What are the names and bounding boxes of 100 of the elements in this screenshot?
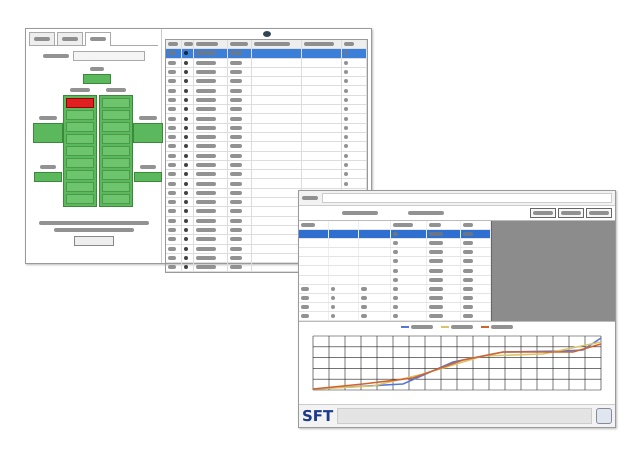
- column-header[interactable]: [302, 40, 342, 48]
- table-row[interactable]: [166, 170, 367, 180]
- column-header[interactable]: [427, 221, 461, 230]
- table-row[interactable]: [166, 152, 367, 161]
- tab[interactable]: [57, 32, 83, 45]
- toolbar-button[interactable]: [530, 208, 556, 218]
- seat-cell[interactable]: [66, 110, 94, 120]
- table-row[interactable]: [299, 312, 491, 322]
- blurred-label: [196, 246, 216, 251]
- table-row[interactable]: [299, 302, 491, 312]
- seat-cell[interactable]: [102, 170, 130, 180]
- column-header[interactable]: [228, 40, 252, 48]
- seat-cell[interactable]: [102, 134, 130, 144]
- table-row[interactable]: [299, 266, 491, 276]
- blurred-label: [39, 116, 57, 120]
- seat-cell[interactable]: [66, 122, 94, 132]
- seat-cell[interactable]: [66, 98, 94, 108]
- table-row[interactable]: [299, 294, 491, 303]
- table-row[interactable]: [299, 257, 491, 266]
- blurred-label: [184, 218, 188, 223]
- blurred-label: [230, 51, 242, 56]
- table-row[interactable]: [166, 179, 367, 189]
- blurred-label: [344, 163, 348, 167]
- table-row[interactable]: [166, 142, 367, 152]
- blurred-label: [230, 190, 242, 195]
- seat-button[interactable]: [133, 123, 163, 143]
- tab[interactable]: [85, 32, 111, 46]
- column-header[interactable]: [391, 221, 427, 230]
- blurred-label: [196, 42, 218, 46]
- blurred-label: [196, 107, 216, 112]
- seat-button[interactable]: [33, 123, 63, 143]
- seat-cell[interactable]: [102, 146, 130, 156]
- home-button[interactable]: [596, 408, 612, 424]
- table-row[interactable]: [166, 124, 367, 133]
- blurred-label: [230, 265, 242, 270]
- blurred-label: [184, 163, 188, 167]
- table-row[interactable]: [299, 276, 491, 285]
- blurred-label: [344, 107, 348, 112]
- blurred-label: [42, 54, 68, 58]
- seat-cell[interactable]: [66, 194, 94, 204]
- column-header[interactable]: [299, 221, 329, 230]
- blurred-label: [429, 304, 443, 309]
- column-header[interactable]: [182, 40, 194, 48]
- blurred-label: [196, 135, 216, 140]
- blurred-label: [230, 79, 242, 84]
- seat-cell[interactable]: [66, 134, 94, 144]
- seat-cell[interactable]: [66, 146, 94, 156]
- seat-button[interactable]: [82, 74, 110, 84]
- blurred-label: [184, 154, 188, 158]
- table-row[interactable]: [166, 49, 367, 59]
- blurred-label: [196, 218, 216, 223]
- column-header[interactable]: [194, 40, 228, 48]
- column-header[interactable]: [342, 40, 367, 48]
- logo-text: SFT: [302, 407, 334, 425]
- table-row[interactable]: [166, 68, 367, 78]
- seat-cell[interactable]: [66, 158, 94, 168]
- seat-cell[interactable]: [102, 194, 130, 204]
- seat-cell[interactable]: [102, 182, 130, 192]
- blurred-label: [230, 200, 242, 204]
- seat-cell[interactable]: [102, 110, 130, 120]
- blurred-label: [533, 211, 553, 215]
- table-row[interactable]: [299, 239, 491, 248]
- table-row[interactable]: [166, 86, 367, 96]
- blurred-label: [429, 259, 443, 264]
- seat-cell[interactable]: [102, 122, 130, 132]
- table-row[interactable]: [166, 96, 367, 106]
- table-row[interactable]: [299, 230, 491, 240]
- blurred-label: [429, 268, 443, 273]
- dropdown-field[interactable]: [72, 51, 144, 61]
- blurred-label: [90, 67, 104, 71]
- table-row[interactable]: [299, 284, 491, 294]
- blurred-label: [106, 88, 126, 92]
- blurred-label: [344, 182, 348, 186]
- blurred-label: [184, 265, 188, 270]
- table-row[interactable]: [166, 77, 367, 86]
- table-row[interactable]: [166, 132, 367, 142]
- blurred-label: [408, 211, 444, 215]
- seat-button[interactable]: [134, 172, 162, 182]
- seat-button[interactable]: [34, 172, 62, 182]
- blurred-label: [491, 325, 513, 329]
- toolbar-button[interactable]: [586, 208, 612, 218]
- table-row[interactable]: [166, 58, 367, 68]
- blurred-label: [184, 60, 188, 65]
- table-row[interactable]: [166, 160, 367, 170]
- column-header[interactable]: [166, 40, 182, 48]
- seat-cell[interactable]: [66, 170, 94, 180]
- table-row[interactable]: [299, 248, 491, 258]
- blurred-label: [451, 325, 473, 329]
- toolbar-button[interactable]: [558, 208, 584, 218]
- blurred-label: [302, 196, 318, 200]
- column-header[interactable]: [252, 40, 302, 48]
- seat-cell[interactable]: [102, 98, 130, 108]
- tab[interactable]: [29, 32, 55, 45]
- action-button[interactable]: [74, 236, 114, 246]
- blurred-label: [561, 211, 581, 215]
- blurred-label: [90, 37, 106, 41]
- table-row[interactable]: [166, 105, 367, 114]
- seat-cell[interactable]: [66, 182, 94, 192]
- seat-cell[interactable]: [102, 158, 130, 168]
- table-row[interactable]: [166, 114, 367, 124]
